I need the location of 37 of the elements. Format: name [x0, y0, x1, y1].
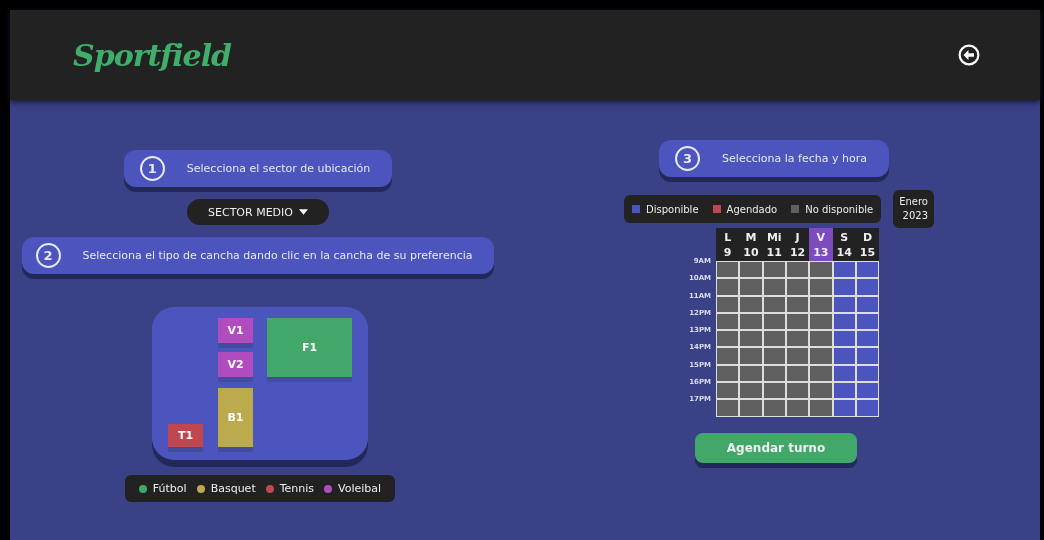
day-tab[interactable]: V 13	[809, 228, 833, 261]
day-tab[interactable]: S 14	[832, 228, 856, 261]
time-slot[interactable]	[832, 330, 856, 348]
step-number: 3	[675, 146, 701, 171]
day-tab[interactable]: J 12	[785, 228, 810, 261]
time-slot[interactable]	[855, 347, 880, 365]
time-slot[interactable]	[832, 382, 856, 400]
step-number: 1	[139, 156, 165, 181]
time-slot[interactable]	[855, 399, 880, 417]
time-slot[interactable]	[855, 261, 880, 279]
time-slot[interactable]	[832, 399, 856, 417]
logo[interactable]: Sportfield	[73, 37, 232, 73]
legend-label: Voleibal	[338, 482, 382, 495]
month-year: 2023	[902, 209, 928, 223]
step-text: Selecciona el sector de ubicación	[186, 162, 371, 175]
day-tab[interactable]: L 9	[716, 228, 740, 261]
time-slot[interactable]	[832, 347, 856, 365]
day-tab[interactable]: M 10	[739, 228, 763, 261]
time-slot[interactable]	[855, 278, 880, 296]
step-text: Selecciona el tipo de cancha dando clic en la cancha de su preferencia	[82, 249, 473, 262]
legend-label: Fútbol	[152, 482, 187, 495]
step-number: 2	[35, 243, 61, 268]
day-tab[interactable]: D 15	[855, 228, 880, 261]
time-slot[interactable]	[855, 382, 880, 400]
step-text: Selecciona la fecha y hora	[722, 152, 867, 165]
caret-icon	[298, 209, 308, 215]
legend-label: Disponible	[646, 203, 699, 215]
time-slot[interactable]	[855, 330, 880, 348]
legend-label: No disponible	[805, 203, 874, 215]
legend-label: Tennis	[279, 482, 315, 495]
legend-label: Agendado	[726, 203, 778, 215]
legend-label: Basquet	[210, 482, 256, 495]
time-slot[interactable]	[832, 278, 856, 296]
day-tab[interactable]: Mi 11	[762, 228, 786, 261]
sector-dropdown[interactable]: SECTOR MEDIO	[187, 199, 329, 225]
time-slot[interactable]	[832, 261, 856, 279]
month-name: Enero	[899, 195, 928, 209]
